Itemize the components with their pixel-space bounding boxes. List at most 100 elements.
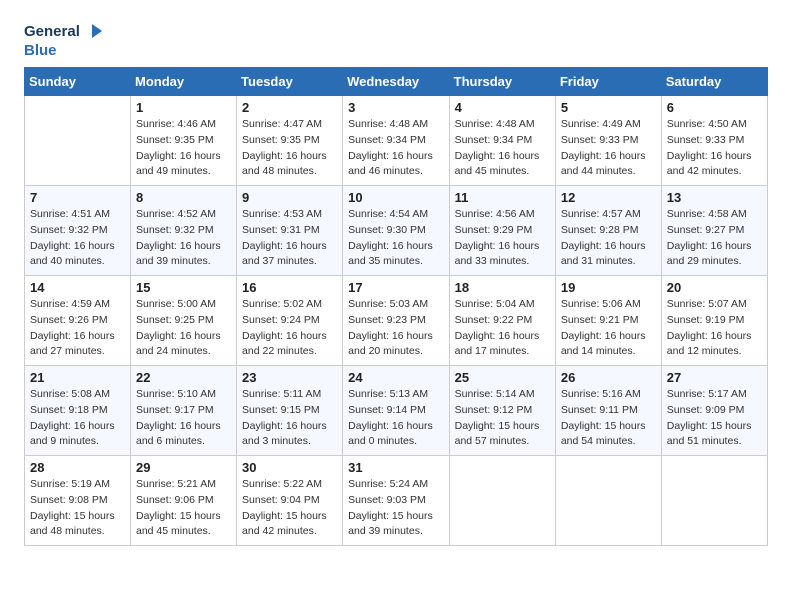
day-number: 13 (667, 190, 762, 205)
calendar-cell: 24 Sunrise: 5:13 AMSunset: 9:14 PMDayligh… (343, 366, 449, 456)
calendar-cell: 2 Sunrise: 4:47 AMSunset: 9:35 PMDaylight… (237, 96, 343, 186)
calendar-cell: 9 Sunrise: 4:53 AMSunset: 9:31 PMDaylight… (237, 186, 343, 276)
calendar-cell: 8 Sunrise: 4:52 AMSunset: 9:32 PMDaylight… (131, 186, 237, 276)
logo: General Blue (24, 20, 104, 59)
week-row-3: 14 Sunrise: 4:59 AMSunset: 9:26 PMDayligh… (25, 276, 768, 366)
day-detail: Sunrise: 5:21 AMSunset: 9:06 PMDaylight:… (136, 477, 231, 540)
calendar-cell: 7 Sunrise: 4:51 AMSunset: 9:32 PMDaylight… (25, 186, 131, 276)
calendar-cell: 18 Sunrise: 5:04 AMSunset: 9:22 PMDayligh… (449, 276, 555, 366)
calendar-cell: 25 Sunrise: 5:14 AMSunset: 9:12 PMDayligh… (449, 366, 555, 456)
calendar-cell: 30 Sunrise: 5:22 AMSunset: 9:04 PMDayligh… (237, 456, 343, 546)
day-number: 29 (136, 460, 231, 475)
day-detail: Sunrise: 5:22 AMSunset: 9:04 PMDaylight:… (242, 477, 337, 540)
calendar-cell: 13 Sunrise: 4:58 AMSunset: 9:27 PMDayligh… (661, 186, 767, 276)
day-number: 19 (561, 280, 656, 295)
dow-header-tuesday: Tuesday (237, 68, 343, 96)
day-detail: Sunrise: 4:59 AMSunset: 9:26 PMDaylight:… (30, 297, 125, 360)
day-number: 20 (667, 280, 762, 295)
calendar-cell: 15 Sunrise: 5:00 AMSunset: 9:25 PMDayligh… (131, 276, 237, 366)
calendar-cell: 26 Sunrise: 5:16 AMSunset: 9:11 PMDayligh… (555, 366, 661, 456)
calendar-cell: 23Sunrise: 5:11 AMSunset: 9:15 PMDayligh… (237, 366, 343, 456)
calendar-cell (661, 456, 767, 546)
day-number: 4 (455, 100, 550, 115)
day-number: 25 (455, 370, 550, 385)
day-detail: Sunrise: 5:19 AMSunset: 9:08 PMDaylight:… (30, 477, 125, 540)
day-detail: Sunrise: 4:52 AMSunset: 9:32 PMDaylight:… (136, 207, 231, 270)
day-number: 27 (667, 370, 762, 385)
day-detail: Sunrise: 4:48 AMSunset: 9:34 PMDaylight:… (455, 117, 550, 180)
dow-header-friday: Friday (555, 68, 661, 96)
dow-header-sunday: Sunday (25, 68, 131, 96)
logo-blue: Blue (24, 42, 57, 59)
day-detail: Sunrise: 5:24 AMSunset: 9:03 PMDaylight:… (348, 477, 443, 540)
calendar-cell (25, 96, 131, 186)
calendar: SundayMondayTuesdayWednesdayThursdayFrid… (24, 67, 768, 546)
day-detail: Sunrise: 4:47 AMSunset: 9:35 PMDaylight:… (242, 117, 337, 180)
day-detail: Sunrise: 4:48 AMSunset: 9:34 PMDaylight:… (348, 117, 443, 180)
calendar-cell: 19Sunrise: 5:06 AMSunset: 9:21 PMDayligh… (555, 276, 661, 366)
day-number: 2 (242, 100, 337, 115)
day-number: 12 (561, 190, 656, 205)
calendar-cell: 21 Sunrise: 5:08 AMSunset: 9:18 PMDayligh… (25, 366, 131, 456)
day-number: 10 (348, 190, 443, 205)
week-row-2: 7 Sunrise: 4:51 AMSunset: 9:32 PMDaylight… (25, 186, 768, 276)
day-detail: Sunrise: 4:46 AMSunset: 9:35 PMDaylight:… (136, 117, 231, 180)
day-number: 11 (455, 190, 550, 205)
week-row-1: 1 Sunrise: 4:46 AMSunset: 9:35 PMDaylight… (25, 96, 768, 186)
day-number: 26 (561, 370, 656, 385)
day-number: 31 (348, 460, 443, 475)
day-detail: Sunrise: 5:00 AMSunset: 9:25 PMDaylight:… (136, 297, 231, 360)
week-row-5: 28 Sunrise: 5:19 AMSunset: 9:08 PMDayligh… (25, 456, 768, 546)
day-detail: Sunrise: 4:51 AMSunset: 9:32 PMDaylight:… (30, 207, 125, 270)
day-number: 1 (136, 100, 231, 115)
day-detail: Sunrise: 4:58 AMSunset: 9:27 PMDaylight:… (667, 207, 762, 270)
day-number: 5 (561, 100, 656, 115)
day-number: 14 (30, 280, 125, 295)
calendar-cell: 31 Sunrise: 5:24 AMSunset: 9:03 PMDayligh… (343, 456, 449, 546)
days-of-week-row: SundayMondayTuesdayWednesdayThursdayFrid… (25, 68, 768, 96)
day-detail: Sunrise: 5:13 AMSunset: 9:14 PMDaylight:… (348, 387, 443, 450)
calendar-cell: 27 Sunrise: 5:17 AMSunset: 9:09 PMDayligh… (661, 366, 767, 456)
day-number: 30 (242, 460, 337, 475)
dow-header-wednesday: Wednesday (343, 68, 449, 96)
day-detail: Sunrise: 5:03 AMSunset: 9:23 PMDaylight:… (348, 297, 443, 360)
calendar-cell: 16Sunrise: 5:02 AMSunset: 9:24 PMDayligh… (237, 276, 343, 366)
day-number: 21 (30, 370, 125, 385)
day-number: 28 (30, 460, 125, 475)
day-detail: Sunrise: 4:50 AMSunset: 9:33 PMDaylight:… (667, 117, 762, 180)
calendar-cell: 3 Sunrise: 4:48 AMSunset: 9:34 PMDaylight… (343, 96, 449, 186)
day-detail: Sunrise: 4:57 AMSunset: 9:28 PMDaylight:… (561, 207, 656, 270)
week-row-4: 21 Sunrise: 5:08 AMSunset: 9:18 PMDayligh… (25, 366, 768, 456)
day-number: 7 (30, 190, 125, 205)
day-detail: Sunrise: 4:54 AMSunset: 9:30 PMDaylight:… (348, 207, 443, 270)
day-detail: Sunrise: 4:56 AMSunset: 9:29 PMDaylight:… (455, 207, 550, 270)
day-number: 16 (242, 280, 337, 295)
logo-general: General (24, 23, 80, 40)
day-detail: Sunrise: 5:10 AMSunset: 9:17 PMDaylight:… (136, 387, 231, 450)
header: General Blue (24, 20, 768, 59)
day-number: 8 (136, 190, 231, 205)
day-number: 18 (455, 280, 550, 295)
day-number: 24 (348, 370, 443, 385)
calendar-cell: 29 Sunrise: 5:21 AMSunset: 9:06 PMDayligh… (131, 456, 237, 546)
dow-header-saturday: Saturday (661, 68, 767, 96)
day-number: 15 (136, 280, 231, 295)
calendar-cell: 4 Sunrise: 4:48 AMSunset: 9:34 PMDaylight… (449, 96, 555, 186)
day-number: 17 (348, 280, 443, 295)
day-number: 9 (242, 190, 337, 205)
calendar-cell (449, 456, 555, 546)
day-detail: Sunrise: 5:14 AMSunset: 9:12 PMDaylight:… (455, 387, 550, 450)
day-detail: Sunrise: 5:16 AMSunset: 9:11 PMDaylight:… (561, 387, 656, 450)
calendar-cell: 17 Sunrise: 5:03 AMSunset: 9:23 PMDayligh… (343, 276, 449, 366)
day-detail: Sunrise: 5:11 AMSunset: 9:15 PMDaylight:… (242, 387, 337, 450)
day-detail: Sunrise: 4:53 AMSunset: 9:31 PMDaylight:… (242, 207, 337, 270)
day-detail: Sunrise: 5:04 AMSunset: 9:22 PMDaylight:… (455, 297, 550, 360)
day-detail: Sunrise: 5:17 AMSunset: 9:09 PMDaylight:… (667, 387, 762, 450)
day-number: 22 (136, 370, 231, 385)
calendar-cell: 22 Sunrise: 5:10 AMSunset: 9:17 PMDayligh… (131, 366, 237, 456)
day-number: 3 (348, 100, 443, 115)
calendar-cell: 20 Sunrise: 5:07 AMSunset: 9:19 PMDayligh… (661, 276, 767, 366)
day-detail: Sunrise: 5:08 AMSunset: 9:18 PMDaylight:… (30, 387, 125, 450)
day-detail: Sunrise: 5:07 AMSunset: 9:19 PMDaylight:… (667, 297, 762, 360)
calendar-cell: 28 Sunrise: 5:19 AMSunset: 9:08 PMDayligh… (25, 456, 131, 546)
